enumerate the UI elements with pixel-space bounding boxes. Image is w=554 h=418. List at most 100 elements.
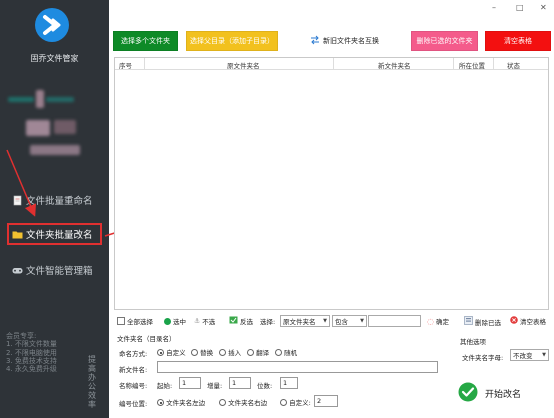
option-label: 自定义	[166, 349, 186, 357]
file-icon	[12, 195, 23, 206]
delete-selected-button[interactable]: 删除已选	[464, 316, 501, 327]
option-label: 替换	[200, 349, 214, 357]
other-options-title: 其他选项	[460, 338, 486, 346]
invert-selection-button[interactable]: 反选	[229, 316, 253, 326]
close-button[interactable]: ✕	[540, 3, 547, 12]
choose-label: 选择:	[260, 318, 276, 326]
sidebar-item-label: 文件夹批量改名	[26, 230, 93, 241]
field-select-value: 原文件夹名	[283, 318, 316, 326]
confirm-button[interactable]: ◌ 确定	[427, 316, 449, 327]
gamepad-icon	[12, 265, 23, 276]
new-name-input[interactable]	[157, 361, 438, 373]
digits-input[interactable]: 1	[280, 377, 298, 389]
start-rename-label: 开始改名	[485, 389, 522, 400]
radio-button	[219, 349, 226, 356]
radio-button	[157, 399, 164, 406]
radio-button	[280, 399, 287, 406]
column-divider	[144, 58, 145, 70]
folder-table[interactable]: 序号 原文件夹名 新文件夹名 所在位置 状态	[114, 57, 549, 310]
position-option-right[interactable]: 文件夹名右边	[219, 397, 267, 407]
naming-mode-label: 命名方式:	[119, 350, 148, 358]
start-rename-button[interactable]: 开始改名	[455, 378, 550, 408]
new-name-label: 新文件名:	[119, 366, 148, 374]
column-divider	[333, 58, 334, 70]
radio-button	[275, 349, 282, 356]
sidebar-item-label: 文件批量重命名	[26, 196, 93, 207]
clear-table-button[interactable]: 清空表格	[510, 316, 546, 326]
naming-option-replace[interactable]: 替换	[191, 347, 213, 357]
naming-option-translate[interactable]: 翻译	[247, 347, 269, 357]
sidebar-item-file-rename[interactable]: 文件批量重命名	[12, 192, 93, 208]
option-label: 文件夹名左边	[166, 399, 206, 407]
deselect-button[interactable]: ⚓ 不选	[194, 316, 215, 326]
sidebar-item-smart-manager[interactable]: 文件智能管理箱	[12, 262, 93, 278]
delete-icon	[464, 316, 473, 327]
maximize-button[interactable]: □	[516, 3, 524, 12]
table-header: 序号 原文件夹名 新文件夹名 所在位置 状态	[115, 58, 548, 70]
number-position-label: 编号位置:	[119, 400, 148, 408]
column-header-original-name: 原文件夹名	[227, 62, 260, 70]
start-label: 起始:	[157, 382, 173, 390]
column-divider	[493, 58, 494, 70]
increment-input[interactable]: 1	[229, 377, 251, 389]
member-benefits-note: 会员专享: 1. 不限文件数量 2. 不限电脑使用 3. 免费技术支持 4. 永…	[6, 332, 57, 373]
option-label: 插入	[228, 349, 242, 357]
letter-case-select[interactable]: 不改变 ▼	[510, 349, 549, 361]
chevron-down-icon: ▼	[360, 318, 364, 324]
naming-option-random[interactable]: 随机	[275, 347, 297, 357]
option-label: 文件夹名右边	[228, 399, 268, 407]
radio-button	[157, 349, 164, 356]
position-option-left[interactable]: 文件夹名左边	[157, 397, 205, 407]
letter-case-label: 文件夹名字母:	[462, 354, 504, 362]
chevron-down-icon: ▼	[542, 352, 546, 358]
folder-icon	[12, 229, 23, 240]
swap-names-button[interactable]: 新旧文件夹名互换	[305, 31, 384, 51]
select-all-label: 全部选择	[127, 318, 153, 326]
increment-label: 增量:	[207, 382, 223, 390]
option-label: 自定义:	[289, 399, 311, 407]
option-label: 翻译	[256, 349, 270, 357]
note-line: 2. 不限电脑使用	[6, 348, 57, 357]
vertical-slogan: 提高办公效率	[88, 355, 96, 409]
naming-option-custom[interactable]: 自定义	[157, 347, 186, 357]
position-option-custom[interactable]: 自定义:	[280, 397, 311, 407]
delete-selected-label: 删除已选	[475, 318, 501, 327]
numbering-label: 名称编号:	[119, 382, 148, 390]
app-window: 固乔文件管家 文件批量重命名 文件夹批量改名 文件智能管理箱 会员专享: 1. …	[0, 0, 554, 418]
column-divider	[453, 58, 454, 70]
delete-selected-folders-button[interactable]: 删除已选的文件夹	[411, 31, 478, 51]
add-folders-button[interactable]: 选择多个文件夹	[113, 31, 178, 51]
blurred-block	[30, 145, 80, 155]
column-header-status: 状态	[507, 62, 520, 70]
note-line: 1. 不限文件数量	[6, 340, 57, 349]
note-line: 4. 永久免费升级	[6, 365, 57, 374]
checkmark-icon	[458, 382, 478, 405]
naming-option-insert[interactable]: 插入	[219, 347, 241, 357]
add-from-parent-button[interactable]: 选择父目录（添加子目录）	[186, 31, 278, 51]
minimize-button[interactable]: –	[492, 3, 496, 12]
match-select-value: 包含	[335, 318, 348, 326]
filter-input[interactable]	[368, 315, 421, 327]
position-custom-input[interactable]: 2	[314, 395, 338, 407]
digits-label: 位数:	[257, 382, 273, 390]
chevron-down-icon: ▼	[323, 318, 327, 324]
invert-label: 反选	[240, 318, 253, 326]
clear-icon	[510, 316, 518, 326]
swap-names-label: 新旧文件夹名互换	[323, 37, 379, 45]
field-select[interactable]: 原文件夹名 ▼	[280, 315, 330, 327]
deselect-label: 不选	[202, 318, 216, 326]
blurred-block	[36, 90, 44, 108]
sidebar: 固乔文件管家 文件批量重命名 文件夹批量改名 文件智能管理箱 会员专享: 1. …	[0, 0, 109, 418]
select-all-checkbox[interactable]: 全部选择	[117, 316, 153, 326]
selection-action-bar: 全部选择 选中 ⚓ 不选 反选 选择: 原文件夹名 ▼ 包含 ▼ ◌ 确定 删除…	[114, 314, 554, 330]
match-select[interactable]: 包含 ▼	[332, 315, 367, 327]
invert-icon	[229, 316, 238, 326]
clear-list-button[interactable]: 清空表格	[485, 31, 551, 51]
checkbox-box	[117, 317, 125, 325]
select-button[interactable]: 选中	[164, 316, 186, 326]
start-input[interactable]: 1	[179, 377, 201, 389]
sidebar-item-folder-rename[interactable]: 文件夹批量改名	[7, 223, 102, 245]
radio-button	[191, 349, 198, 356]
column-header-index: 序号	[119, 62, 132, 70]
radio-button	[247, 349, 254, 356]
